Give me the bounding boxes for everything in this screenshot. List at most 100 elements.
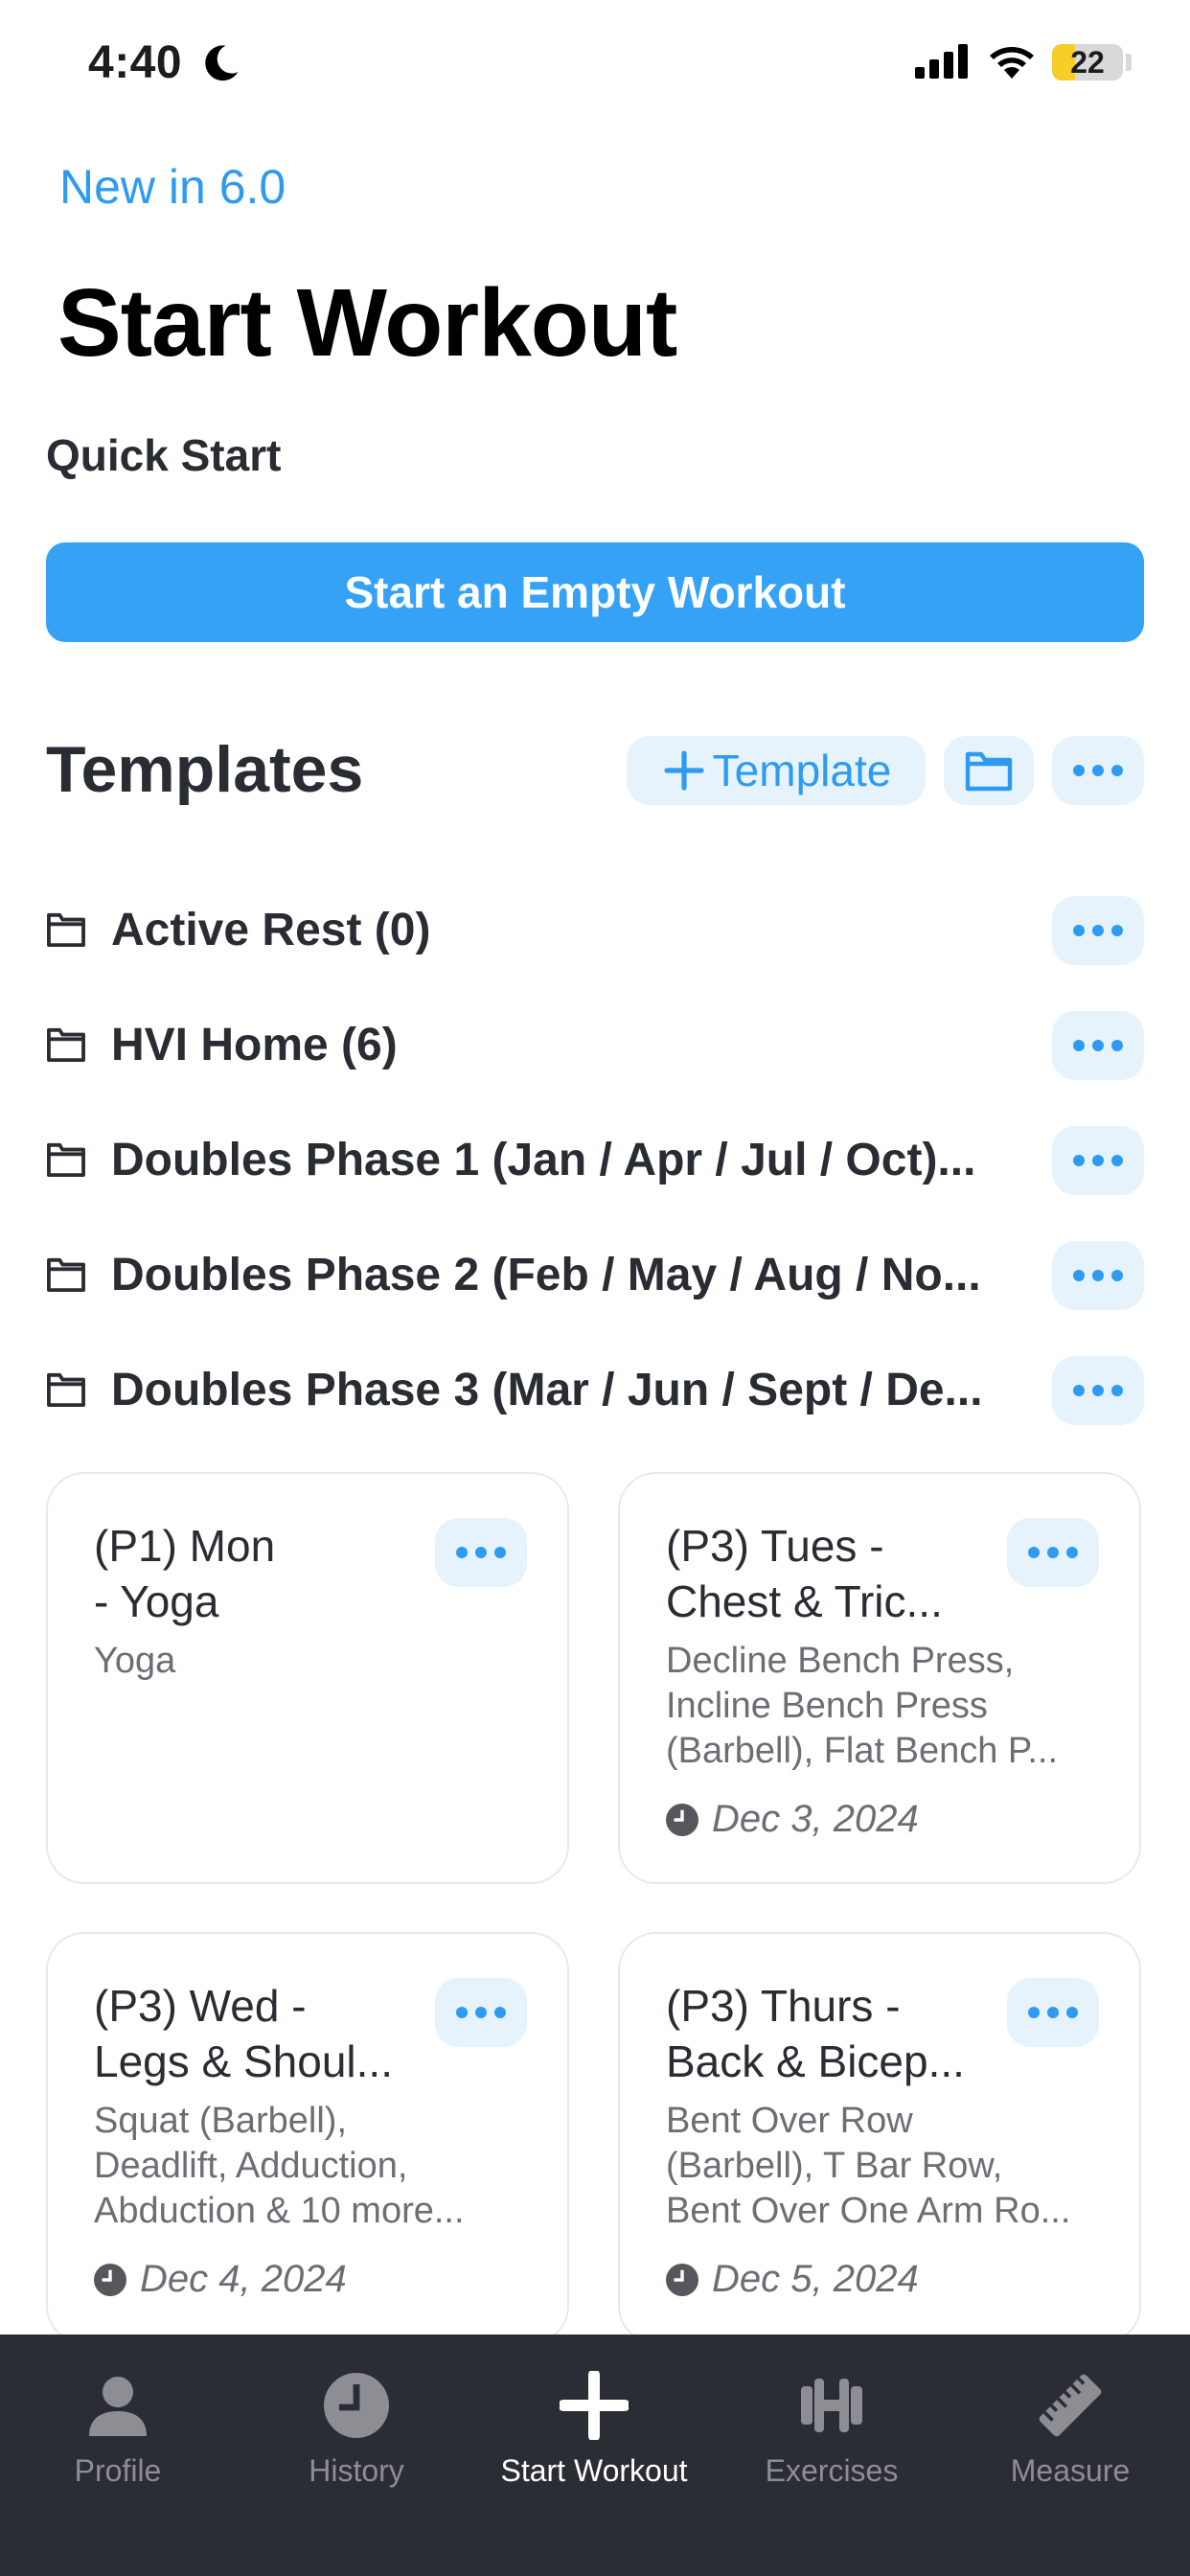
template-title-line: Legs & Shoul... <box>94 2036 393 2086</box>
tab-label: Measure <box>1010 2453 1131 2488</box>
plus-icon <box>560 2371 629 2440</box>
more-icon <box>1073 925 1123 936</box>
tab-start-workout[interactable]: Start Workout <box>479 2358 709 2501</box>
folder-more-button[interactable] <box>1052 1241 1144 1310</box>
folder-more-button[interactable] <box>1052 1011 1144 1080</box>
wifi-icon <box>990 47 1034 79</box>
more-icon <box>1073 765 1123 776</box>
person-icon <box>89 2377 147 2436</box>
template-title-line: Back & Bicep... <box>666 2036 965 2086</box>
folder-row[interactable]: HVI Home (6) <box>46 1011 1144 1080</box>
folder-name: Doubles Phase 1 (Jan / Apr / Jul / Oct).… <box>111 1135 976 1185</box>
battery-cap <box>1126 54 1132 71</box>
template-title-line: - Yoga <box>94 1576 219 1626</box>
template-card[interactable]: (P3) Wed - Legs & Shoul... Squat (Barbel… <box>46 1932 569 2344</box>
folder-name: Doubles Phase 3 (Mar / Jun / Sept / De..… <box>111 1365 983 1415</box>
template-more-button[interactable] <box>435 1978 527 2047</box>
template-title-line: (P3) Thurs - <box>666 1981 901 2031</box>
status-time: 4:40 <box>88 37 183 88</box>
template-date: Dec 3, 2024 <box>712 1798 919 1840</box>
folder-name: Doubles Phase 2 (Feb / May / Aug / No... <box>111 1250 981 1300</box>
folder-name: Active Rest (0) <box>111 905 431 955</box>
battery-indicator: 22 <box>1052 44 1123 80</box>
clock-icon <box>94 2263 126 2296</box>
plus-icon <box>664 750 704 791</box>
template-exercise-line: Bent Over One Arm Ro... <box>666 2191 1071 2231</box>
template-title-line: (P1) Mon <box>94 1521 276 1571</box>
folder-icon <box>965 751 1013 792</box>
template-exercise-line: (Barbell), Flat Bench P... <box>666 1731 1059 1771</box>
folder-icon <box>47 912 85 948</box>
template-date: Dec 4, 2024 <box>140 2258 347 2300</box>
templates-more-button[interactable] <box>1052 736 1144 805</box>
tab-measure[interactable]: Measure <box>955 2358 1185 2501</box>
new-folder-button[interactable] <box>944 736 1034 805</box>
templates-heading: Templates <box>46 733 364 806</box>
tab-profile[interactable]: Profile <box>3 2358 233 2501</box>
tab-label: History <box>309 2453 404 2488</box>
template-exercises: Squat (Barbell), Deadlift, Adduction, Ab… <box>94 2099 535 2234</box>
more-icon <box>1073 1270 1123 1281</box>
template-more-button[interactable] <box>435 1518 527 1587</box>
add-template-button[interactable]: Template <box>627 736 926 805</box>
template-card[interactable]: (P1) Mon - Yoga Yoga <box>46 1472 569 1884</box>
template-exercises: Decline Bench Press, Incline Bench Press… <box>666 1639 1107 1774</box>
folder-more-button[interactable] <box>1052 1356 1144 1425</box>
template-exercise-line: (Barbell), T Bar Row, <box>666 2146 1003 2186</box>
more-icon <box>1073 1040 1123 1051</box>
more-icon <box>456 1547 506 1558</box>
status-bar: 4:40 22 <box>0 0 1190 125</box>
dumbbell-icon <box>801 2379 862 2432</box>
folder-row[interactable]: Doubles Phase 3 (Mar / Jun / Sept / De..… <box>46 1356 1144 1425</box>
template-card[interactable]: (P3) Tues - Chest & Tric... Decline Benc… <box>618 1472 1141 1884</box>
folder-icon <box>47 1257 85 1293</box>
template-title-line: Chest & Tric... <box>666 1576 943 1626</box>
folder-row[interactable]: Doubles Phase 2 (Feb / May / Aug / No... <box>46 1241 1144 1310</box>
template-exercise-line: Bent Over Row <box>666 2101 913 2141</box>
template-card[interactable]: (P3) Thurs - Back & Bicep... Bent Over R… <box>618 1932 1141 2344</box>
page-title: Start Workout <box>57 269 677 377</box>
folder-icon <box>47 1027 85 1063</box>
clock-icon <box>324 2373 389 2438</box>
more-icon <box>1073 1155 1123 1166</box>
more-icon <box>1073 1385 1123 1396</box>
clock-icon <box>666 1803 698 1836</box>
template-title: (P1) Mon - Yoga <box>94 1518 420 1629</box>
tab-label: Start Workout <box>500 2453 688 2488</box>
template-title: (P3) Tues - Chest & Tric... <box>666 1518 992 1629</box>
template-more-button[interactable] <box>1007 1978 1099 2047</box>
tab-label: Profile <box>74 2453 162 2488</box>
ruler-icon <box>1039 2374 1102 2437</box>
template-exercise-line: Yoga <box>94 1641 176 1681</box>
folder-more-button[interactable] <box>1052 896 1144 965</box>
template-last-performed: Dec 4, 2024 <box>94 2258 347 2301</box>
tab-bar: Profile History Start Workout Exercises … <box>0 2334 1190 2576</box>
folder-icon <box>47 1372 85 1408</box>
folder-row[interactable]: Active Rest (0) <box>46 896 1144 965</box>
template-exercise-line: Incline Bench Press <box>666 1686 988 1726</box>
template-more-button[interactable] <box>1007 1518 1099 1587</box>
template-title-line: (P3) Wed - <box>94 1981 307 2031</box>
template-exercise-line: Squat (Barbell), <box>94 2101 348 2141</box>
clock-icon <box>666 2263 698 2296</box>
template-exercise-line: Deadlift, Adduction, <box>94 2146 408 2186</box>
folder-more-button[interactable] <box>1052 1126 1144 1195</box>
start-empty-workout-button[interactable]: Start an Empty Workout <box>46 542 1144 642</box>
whats-new-link[interactable]: New in 6.0 <box>59 159 286 215</box>
template-title-line: (P3) Tues - <box>666 1521 884 1571</box>
tab-exercises[interactable]: Exercises <box>717 2358 947 2501</box>
template-exercise-line: Abduction & 10 more... <box>94 2191 465 2231</box>
folder-name: HVI Home (6) <box>111 1020 398 1070</box>
cellular-signal-icon <box>915 44 968 79</box>
template-exercises: Yoga <box>94 1639 535 1684</box>
folder-icon <box>47 1142 85 1178</box>
more-icon <box>1028 2007 1078 2018</box>
more-icon <box>1028 1547 1078 1558</box>
battery-level: 22 <box>1070 45 1105 80</box>
moon-icon <box>205 45 239 81</box>
quick-start-label: Quick Start <box>46 430 282 480</box>
template-last-performed: Dec 3, 2024 <box>666 1798 919 1841</box>
more-icon <box>456 2007 506 2018</box>
folder-row[interactable]: Doubles Phase 1 (Jan / Apr / Jul / Oct).… <box>46 1126 1144 1195</box>
tab-history[interactable]: History <box>241 2358 471 2501</box>
